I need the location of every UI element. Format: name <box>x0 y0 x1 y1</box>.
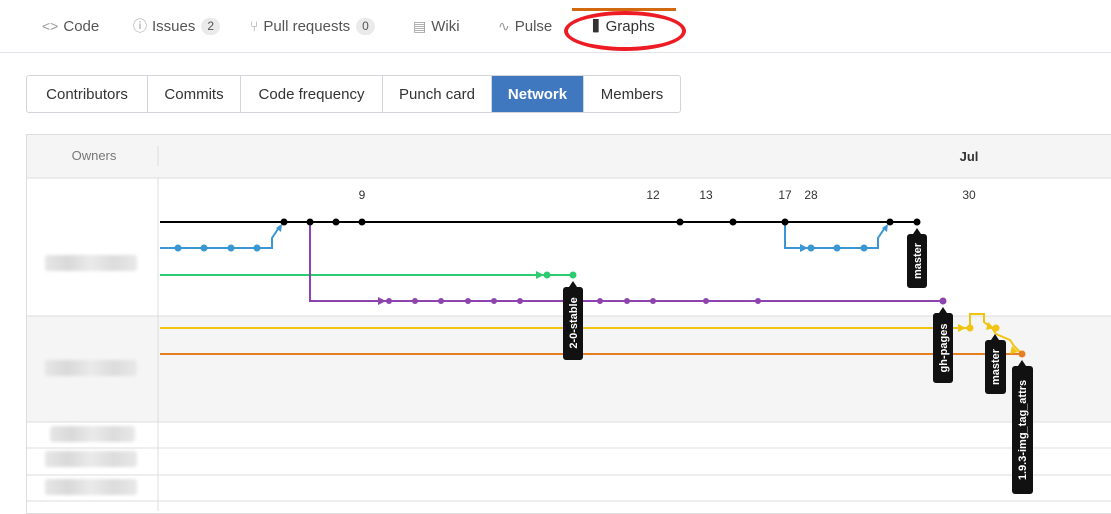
owners-header: Owners <box>72 148 117 163</box>
branch-label-pointer <box>569 281 577 287</box>
commit-dot[interactable] <box>569 271 577 279</box>
day-label: 12 <box>646 188 660 202</box>
commit-dot[interactable] <box>465 298 471 304</box>
owner-name-redacted[interactable] <box>45 255 137 271</box>
branch-label-gh-pages: gh-pages <box>938 324 950 373</box>
commit-dot[interactable] <box>676 218 684 226</box>
owner-name-redacted[interactable] <box>45 479 137 495</box>
commit-dot[interactable] <box>807 244 815 252</box>
branch-label-2-0-stable: 2-0-stable <box>568 297 580 348</box>
arrow-icon <box>800 244 808 252</box>
commit-dot[interactable] <box>438 298 444 304</box>
branch-line-purple <box>309 222 944 302</box>
commit-dot[interactable] <box>729 218 737 226</box>
commit-dot[interactable] <box>755 298 761 304</box>
branch-label-pointer <box>913 228 921 234</box>
commit-dot[interactable] <box>543 271 551 279</box>
branch-label-master: master <box>912 242 924 279</box>
arrow-icon <box>378 297 386 305</box>
day-label: 13 <box>699 188 713 202</box>
day-label: 17 <box>778 188 792 202</box>
day-label: 30 <box>962 188 976 202</box>
commit-dot[interactable] <box>1018 350 1026 358</box>
commit-dot[interactable] <box>386 298 392 304</box>
commit-dot[interactable] <box>833 244 841 252</box>
commit-dot[interactable] <box>966 324 974 332</box>
branch-label-pointer <box>939 307 947 313</box>
commit-dot[interactable] <box>913 218 921 226</box>
commit-dot[interactable] <box>860 244 868 252</box>
commit-dot[interactable] <box>253 244 261 252</box>
commit-dot[interactable] <box>992 324 1000 332</box>
graph-header-bg <box>27 135 1111 178</box>
commit-dot[interactable] <box>306 218 314 226</box>
commit-dot[interactable] <box>703 298 709 304</box>
owner-name-redacted[interactable] <box>45 360 137 376</box>
commit-dot[interactable] <box>200 244 208 252</box>
day-label: 9 <box>359 188 366 202</box>
commit-dot[interactable] <box>358 218 366 226</box>
day-label: 28 <box>804 188 818 202</box>
month-label: Jul <box>960 149 979 164</box>
owner-name-redacted[interactable] <box>50 426 135 442</box>
commit-dot[interactable] <box>280 218 288 226</box>
branch-label-master-2: master <box>990 348 1002 385</box>
commit-dot[interactable] <box>517 298 523 304</box>
commit-dot[interactable] <box>227 244 235 252</box>
commit-dot[interactable] <box>886 218 894 226</box>
commit-dot[interactable] <box>597 298 603 304</box>
commit-dot[interactable] <box>650 298 656 304</box>
commit-dot[interactable] <box>332 218 340 226</box>
arrow-icon <box>536 271 544 279</box>
commit-dot[interactable] <box>939 297 947 305</box>
branch-label-1-9-3-img-tag-attrs: 1.9.3-img_tag_attrs <box>1017 380 1029 480</box>
commit-dot[interactable] <box>174 244 182 252</box>
commit-dot[interactable] <box>624 298 630 304</box>
commit-dot[interactable] <box>491 298 497 304</box>
network-graph[interactable]: Owners Jul 9 12 13 17 28 30 master 2-0-s… <box>0 0 1111 511</box>
commit-dot[interactable] <box>781 218 789 226</box>
owner-name-redacted[interactable] <box>45 451 137 467</box>
commit-dot[interactable] <box>412 298 418 304</box>
